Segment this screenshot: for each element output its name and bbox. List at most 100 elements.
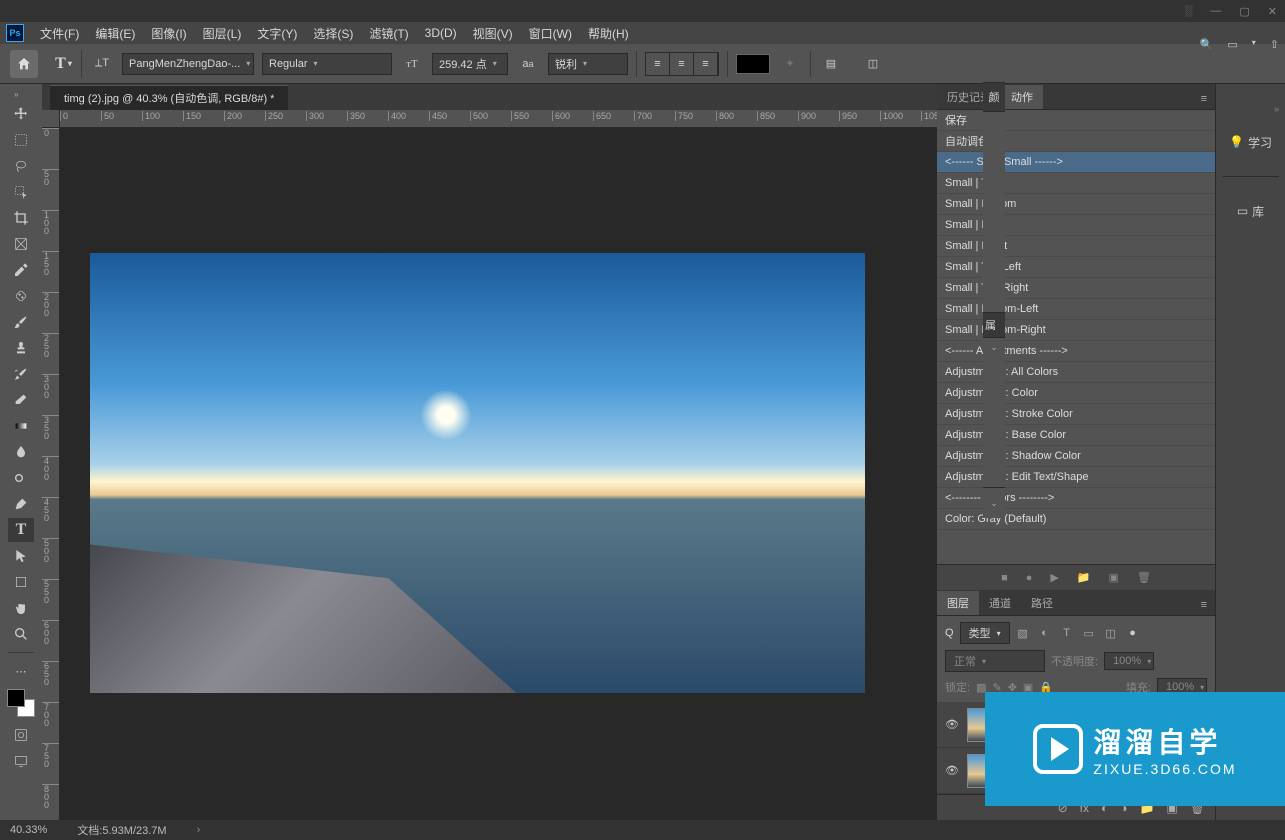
action-item[interactable]: 保存 <box>937 110 1215 131</box>
library-panel-button[interactable]: ▭库 <box>1223 191 1279 231</box>
foreground-color[interactable] <box>7 689 25 707</box>
menu-image[interactable]: 图像(I) <box>145 23 192 44</box>
layer-kind-dropdown[interactable]: 类型▾ <box>960 622 1010 644</box>
eraser-tool[interactable] <box>8 388 34 412</box>
action-item[interactable]: Adjustments: Shadow Color <box>937 446 1215 467</box>
filter-smart-icon[interactable]: ◫ <box>1104 627 1118 640</box>
toolbar-expand-icon[interactable]: » <box>14 90 28 100</box>
visibility-icon[interactable]: 👁 <box>943 764 961 777</box>
path-select-tool[interactable] <box>8 544 34 568</box>
align-left-button[interactable]: ≡ <box>646 53 670 75</box>
window-settings-icon[interactable]: ░ <box>1185 5 1193 17</box>
layers-menu-icon[interactable]: ≡ <box>1193 595 1215 615</box>
menu-help[interactable]: 帮助(H) <box>582 23 635 44</box>
window-close-icon[interactable]: ✕ <box>1268 5 1277 18</box>
action-item[interactable]: Small | Bottom-Right <box>937 320 1215 341</box>
stamp-tool[interactable] <box>8 336 34 360</box>
crop-tool[interactable] <box>8 206 34 230</box>
filter-type-icon[interactable]: T <box>1060 627 1074 639</box>
menu-edit[interactable]: 编辑(E) <box>89 23 141 44</box>
action-item[interactable]: <------ Size: Small ------> <box>937 152 1215 173</box>
menu-select[interactable]: 选择(S) <box>307 23 359 44</box>
color-swatches[interactable] <box>7 689 35 717</box>
zoom-tool[interactable] <box>8 622 34 646</box>
action-item[interactable]: Small | Bottom-Left <box>937 299 1215 320</box>
dodge-tool[interactable] <box>8 466 34 490</box>
screen-mode-icon[interactable] <box>8 749 34 773</box>
filter-pixel-icon[interactable]: ▧ <box>1016 627 1030 640</box>
action-item[interactable]: <------ Adjustments ------> <box>937 341 1215 362</box>
stop-icon[interactable]: ■ <box>1001 572 1008 584</box>
action-item[interactable]: Small | Top <box>937 173 1215 194</box>
search-icon[interactable]: 🔍 <box>1200 38 1214 51</box>
filter-adjust-icon[interactable]: ◐ <box>1038 627 1052 639</box>
new-action-icon[interactable]: ▣ <box>1109 571 1119 584</box>
action-item[interactable]: Adjustments: Color <box>937 383 1215 404</box>
panel-menu-icon[interactable]: ≡ <box>1193 89 1215 109</box>
status-more-icon[interactable]: › <box>197 824 201 836</box>
font-style-dropdown[interactable]: Regular▾ <box>262 53 392 75</box>
tab-layers[interactable]: 图层 <box>937 591 979 615</box>
action-item[interactable]: Color: Gray (Default) <box>937 509 1215 530</box>
prop-collapse-icon[interactable]: ⌄ <box>990 342 998 353</box>
layer-search-icon[interactable]: Q <box>945 627 954 639</box>
pen-tool[interactable] <box>8 492 34 516</box>
menu-view[interactable]: 视图(V) <box>467 23 519 44</box>
font-size-input[interactable]: 259.42 点▾ <box>432 53 508 75</box>
action-item[interactable]: <-------- Colors --------> <box>937 488 1215 509</box>
action-item[interactable]: Adjustments: All Colors <box>937 362 1215 383</box>
aa-dropdown[interactable]: 锐利▾ <box>548 53 628 75</box>
learn-panel-button[interactable]: 💡学习 <box>1223 122 1279 162</box>
menu-filter[interactable]: 滤镜(T) <box>363 23 414 44</box>
type-tool[interactable]: T <box>8 518 34 542</box>
delete-icon[interactable]: 🗑 <box>1137 571 1151 584</box>
healing-tool[interactable] <box>8 284 34 308</box>
share-icon[interactable]: ⇧ <box>1270 38 1279 51</box>
play-icon[interactable]: ▶ <box>1050 571 1058 584</box>
character-panel-icon[interactable]: ▤ <box>819 52 843 76</box>
shape-tool[interactable] <box>8 570 34 594</box>
font-family-dropdown[interactable]: PangMenZhengDao-...▾ <box>122 53 254 75</box>
tab-paths[interactable]: 路径 <box>1021 591 1063 615</box>
align-right-button[interactable]: ≡ <box>694 53 718 75</box>
action-item[interactable]: Small | Top-Left <box>937 257 1215 278</box>
action-item[interactable]: Small | Left <box>937 215 1215 236</box>
warp-text-icon[interactable]: ✦ <box>778 52 802 76</box>
brush-tool[interactable] <box>8 310 34 334</box>
menu-window[interactable]: 窗口(W) <box>523 23 578 44</box>
blur-tool[interactable] <box>8 440 34 464</box>
filter-shape-icon[interactable]: ▭ <box>1082 627 1096 640</box>
move-tool[interactable] <box>8 102 34 126</box>
visibility-icon[interactable]: 👁 <box>943 718 961 731</box>
align-center-button[interactable]: ≡ <box>670 53 694 75</box>
new-set-icon[interactable]: 📁 <box>1077 571 1091 584</box>
canvas[interactable] <box>60 128 937 820</box>
lasso-tool[interactable] <box>8 154 34 178</box>
hand-tool[interactable] <box>8 596 34 620</box>
frame-tool[interactable] <box>8 232 34 256</box>
menu-3d[interactable]: 3D(D) <box>419 24 463 42</box>
frame-icon[interactable]: ▭ <box>1227 38 1237 51</box>
record-icon[interactable]: ● <box>1026 572 1033 584</box>
action-item[interactable]: Adjustments: Edit Text/Shape <box>937 467 1215 488</box>
marquee-tool[interactable] <box>8 128 34 152</box>
home-button[interactable] <box>10 50 38 78</box>
text-orientation-icon[interactable]: ⟂T <box>90 52 114 76</box>
tab-actions[interactable]: 动作 <box>1001 85 1043 109</box>
collapsed-tab-color[interactable]: 颜 <box>989 89 1000 105</box>
menu-file[interactable]: 文件(F) <box>34 23 85 44</box>
dock-collapse-icon[interactable]: » <box>1274 104 1285 114</box>
quick-mask-icon[interactable] <box>8 723 34 747</box>
collapsed-tab-props[interactable]: 属 <box>985 317 996 333</box>
gradient-tool[interactable] <box>8 414 34 438</box>
ruler-origin[interactable] <box>42 110 60 128</box>
zoom-level[interactable]: 40.33% <box>10 824 47 836</box>
tool-indicator-type-icon[interactable]: T▾ <box>46 50 82 78</box>
eyedropper-tool[interactable] <box>8 258 34 282</box>
workspace-menu-icon[interactable]: ▾ <box>1252 38 1256 51</box>
filter-toggle-icon[interactable]: ● <box>1126 627 1140 639</box>
3d-icon[interactable]: ◫ <box>861 52 885 76</box>
blend-mode-dropdown[interactable]: 正常▾ <box>945 650 1045 672</box>
quick-select-tool[interactable] <box>8 180 34 204</box>
menu-layer[interactable]: 图层(L) <box>197 23 248 44</box>
